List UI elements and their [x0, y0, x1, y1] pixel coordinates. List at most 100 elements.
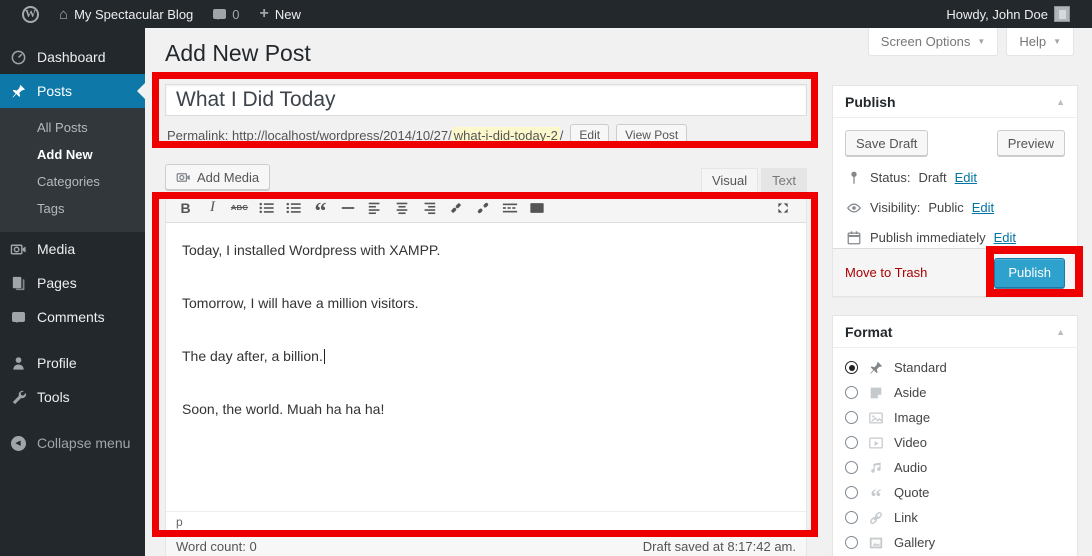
- help-button[interactable]: Help ▼: [1006, 28, 1074, 56]
- text-cursor: [324, 349, 325, 364]
- format-option-image[interactable]: Image: [833, 405, 1077, 430]
- edit-permalink-button[interactable]: Edit: [570, 124, 609, 147]
- add-media-button[interactable]: Add Media: [165, 164, 270, 190]
- radio-button[interactable]: [845, 536, 858, 549]
- format-option-video[interactable]: Video: [833, 430, 1077, 455]
- format-option-audio[interactable]: Audio: [833, 455, 1077, 480]
- radio-button[interactable]: [845, 511, 858, 524]
- radio-button[interactable]: [845, 486, 858, 499]
- audio-icon: [867, 459, 885, 476]
- save-draft-button[interactable]: Save Draft: [845, 130, 928, 156]
- format-option-quote[interactable]: “ Quote: [833, 480, 1077, 505]
- submenu-item-add-new[interactable]: Add New: [0, 141, 145, 168]
- align-left-icon: [367, 201, 383, 215]
- sidebar-item-profile[interactable]: Profile: [0, 346, 145, 380]
- eye-icon: [845, 199, 862, 216]
- site-name-link[interactable]: ⌂ My Spectacular Blog: [49, 0, 203, 28]
- format-metabox-header: Format ▲: [833, 316, 1077, 348]
- editor-statusbar: p: [166, 511, 806, 531]
- sidebar-item-label: Profile: [37, 355, 77, 371]
- screen-options-button[interactable]: Screen Options ▼: [868, 28, 999, 56]
- sidebar-item-media[interactable]: Media: [0, 232, 145, 266]
- italic-button[interactable]: I: [199, 196, 226, 220]
- paragraph-text: Tomorrow, I will have a million visitors…: [182, 295, 419, 311]
- visibility-value: Public: [928, 200, 963, 215]
- radio-button[interactable]: [845, 361, 858, 374]
- wordpress-admin-screen: W ⌂ My Spectacular Blog 0 + New Howdy, J…: [0, 0, 1092, 556]
- format-option-gallery[interactable]: Gallery: [833, 530, 1077, 555]
- sidebar-item-label: Pages: [37, 275, 77, 291]
- sidebar-item-comments[interactable]: Comments: [0, 300, 145, 334]
- person-icon: [8, 354, 28, 372]
- bulleted-list-button[interactable]: [253, 196, 280, 220]
- submenu-item-categories[interactable]: Categories: [0, 168, 145, 195]
- edit-status-link[interactable]: Edit: [955, 170, 977, 185]
- toolbar-toggle-button[interactable]: [523, 196, 550, 220]
- align-center-icon: [394, 201, 410, 215]
- radio-button[interactable]: [845, 436, 858, 449]
- insert-link-button[interactable]: [442, 196, 469, 220]
- strikethrough-button[interactable]: ABC: [226, 196, 253, 220]
- word-count-label: Word count:: [176, 539, 246, 554]
- italic-icon: I: [210, 199, 215, 216]
- publish-button[interactable]: Publish: [994, 258, 1065, 288]
- sidebar-item-tools[interactable]: Tools: [0, 380, 145, 414]
- read-more-button[interactable]: [496, 196, 523, 220]
- blockquote-button[interactable]: “: [307, 196, 334, 220]
- calendar-icon: [845, 229, 862, 246]
- post-title-input[interactable]: [165, 84, 807, 116]
- radio-button[interactable]: [845, 411, 858, 424]
- tab-visual[interactable]: Visual: [701, 168, 758, 192]
- new-content-menu[interactable]: + New: [250, 0, 311, 28]
- comments-admin-link[interactable]: 0: [203, 0, 249, 28]
- format-option-aside[interactable]: Aside: [833, 380, 1077, 405]
- page-title: Add New Post: [165, 40, 311, 67]
- view-post-button[interactable]: View Post: [616, 124, 687, 147]
- sidebar-item-posts[interactable]: Posts: [0, 74, 145, 108]
- toggle-panel-icon[interactable]: ▲: [1056, 97, 1065, 107]
- editor-content-area[interactable]: Today, I installed Wordpress with XAMPP.…: [166, 223, 806, 511]
- toolbar-toggle-icon: [529, 201, 545, 215]
- tab-text[interactable]: Text: [761, 168, 807, 192]
- sidebar-item-label: Dashboard: [37, 49, 106, 65]
- collapse-menu-button[interactable]: ◀ Collapse menu: [0, 426, 145, 460]
- preview-button[interactable]: Preview: [997, 130, 1065, 156]
- edit-schedule-link[interactable]: Edit: [994, 230, 1016, 245]
- status-label: Status:: [870, 170, 910, 185]
- editor-paragraph: Soon, the world. Muah ha ha ha!: [182, 400, 790, 419]
- wordpress-logo-menu[interactable]: W: [12, 0, 49, 28]
- format-option-label: Image: [894, 410, 930, 425]
- numbered-list-button[interactable]: [280, 196, 307, 220]
- sidebar-item-dashboard[interactable]: Dashboard: [0, 40, 145, 74]
- permalink-row: Permalink: http://localhost/wordpress/20…: [167, 122, 687, 148]
- submenu-item-tags[interactable]: Tags: [0, 195, 145, 222]
- radio-button[interactable]: [845, 461, 858, 474]
- align-right-button[interactable]: [415, 196, 442, 220]
- edit-visibility-link[interactable]: Edit: [972, 200, 994, 215]
- editor-toolbar: B I ABC “: [166, 193, 806, 223]
- toggle-panel-icon[interactable]: ▲: [1056, 327, 1065, 337]
- sidebar-item-label: Tools: [37, 389, 70, 405]
- bold-button[interactable]: B: [172, 196, 199, 220]
- format-option-standard[interactable]: Standard: [833, 355, 1077, 380]
- align-center-button[interactable]: [388, 196, 415, 220]
- format-title: Format: [845, 324, 892, 340]
- read-more-icon: [502, 201, 518, 215]
- sidebar-item-pages[interactable]: Pages: [0, 266, 145, 300]
- horizontal-rule-button[interactable]: [334, 196, 361, 220]
- format-option-link[interactable]: Link: [833, 505, 1077, 530]
- wrench-icon: [8, 388, 28, 406]
- submenu-item-all-posts[interactable]: All Posts: [0, 114, 145, 141]
- main-content: Screen Options ▼ Help ▼ Add New Post Per…: [145, 28, 1092, 556]
- distraction-free-button[interactable]: [769, 196, 796, 220]
- editor-paragraph: Today, I installed Wordpress with XAMPP.: [182, 241, 790, 260]
- remove-link-button[interactable]: [469, 196, 496, 220]
- quote-icon: “: [867, 484, 885, 501]
- radio-button[interactable]: [845, 386, 858, 399]
- move-to-trash-link[interactable]: Move to Trash: [845, 265, 927, 280]
- align-left-button[interactable]: [361, 196, 388, 220]
- sidebar-item-label: Comments: [37, 309, 105, 325]
- account-menu[interactable]: Howdy, John Doe: [936, 0, 1080, 28]
- visibility-row: Visibility: Public Edit: [845, 199, 1065, 216]
- unlink-icon: [475, 201, 491, 215]
